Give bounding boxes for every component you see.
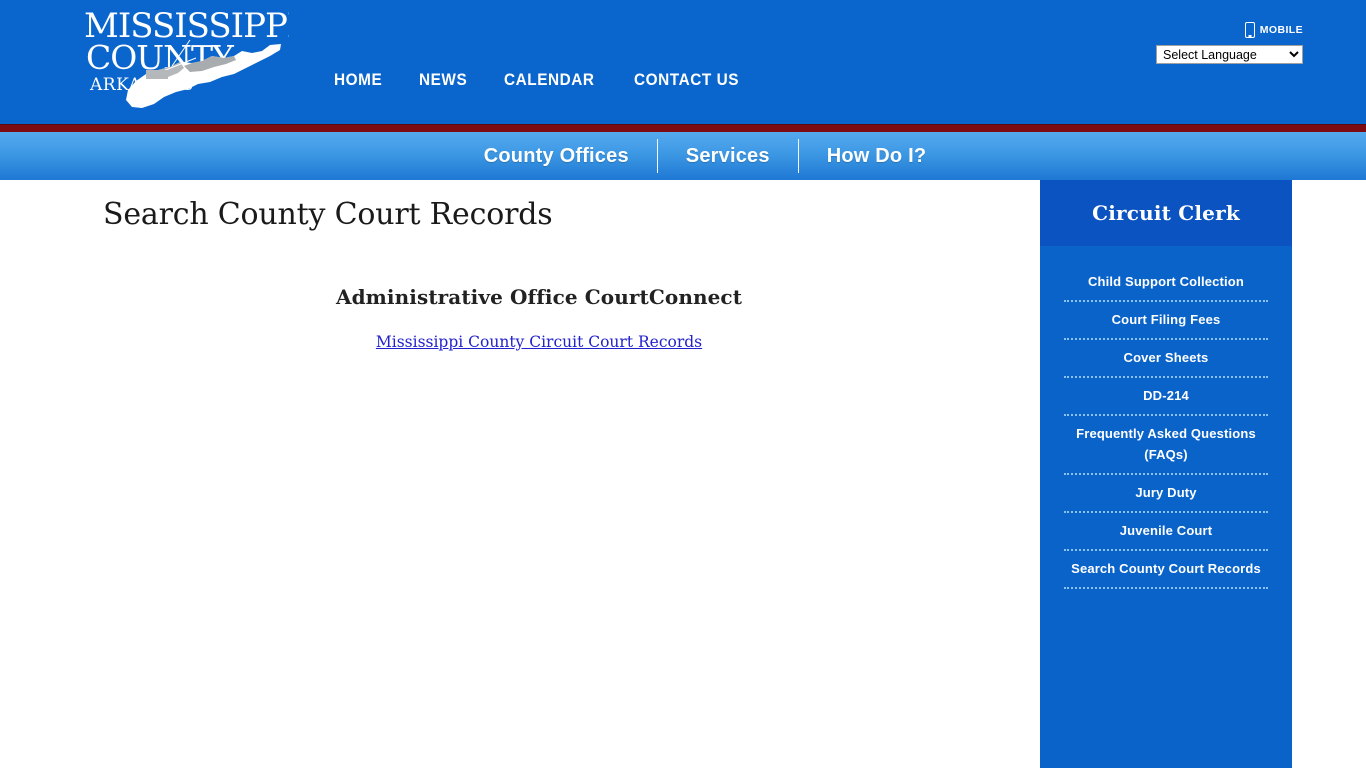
court-records-link[interactable]: Mississippi County Circuit Court Records [376,333,702,351]
mobile-phone-icon [1244,22,1255,38]
subnav-divider-2 [797,139,799,173]
site-header: MISSISSIPPI COUNTY ARKANSAS HOME NEWS CA… [0,0,1366,124]
primary-nav: HOME NEWS CALENDAR CONTACT US [334,71,747,90]
sidebar-title: Circuit Clerk [1092,201,1240,225]
section-heading: Administrative Office CourtConnect [335,285,743,309]
secondary-nav: County Offices Services How Do I? [0,132,1366,180]
sidebar-menu: Child Support Collection Court Filing Fe… [1040,246,1292,589]
header-accent-divider [0,124,1366,132]
page-body: Search County Court Records Administrati… [0,180,1366,768]
nav-item-news[interactable]: NEWS [419,71,467,90]
subnav-item-county-offices[interactable]: County Offices [456,139,657,173]
main-content: Search County Court Records Administrati… [0,180,1040,768]
sidebar-item-jury-duty[interactable]: Jury Duty [1064,475,1268,513]
mobile-link-label: MOBILE [1259,24,1303,36]
sidebar-title-block: Circuit Clerk [1040,180,1292,246]
nav-item-calendar[interactable]: CALENDAR [504,71,595,90]
sidebar-item-cover-sheets[interactable]: Cover Sheets [1064,340,1268,378]
language-select[interactable]: Select Language [1156,45,1303,64]
sidebar-item-search-county-court-records[interactable]: Search County Court Records [1064,551,1268,589]
subnav-divider-1 [656,139,658,173]
sidebar-item-juvenile-court[interactable]: Juvenile Court [1064,513,1268,551]
sidebar-item-frequently-asked-questions[interactable]: Frequently Asked Questions (FAQs) [1064,416,1268,475]
sidebar-item-dd-214[interactable]: DD-214 [1064,378,1268,416]
nav-item-contact-us[interactable]: CONTACT US [634,71,739,90]
subnav-item-services[interactable]: Services [658,139,798,173]
sidebar-item-court-filing-fees[interactable]: Court Filing Fees [1064,302,1268,340]
subnav-item-how-do-i[interactable]: How Do I? [799,139,955,173]
article-body: Administrative Office CourtConnect Missi… [103,285,975,352]
sidebar-item-child-support-collection[interactable]: Child Support Collection [1064,264,1268,302]
nav-item-home[interactable]: HOME [334,71,382,90]
page-title: Search County Court Records [103,197,553,232]
sidebar: Circuit Clerk Child Support Collection C… [1040,180,1292,768]
header-utility-area: MOBILE Select Language [1156,22,1303,64]
mobile-site-link[interactable]: MOBILE [1244,22,1303,38]
site-logo[interactable]: MISSISSIPPI COUNTY ARKANSAS [84,4,289,116]
county-logo-icon: MISSISSIPPI COUNTY ARKANSAS [84,6,289,108]
